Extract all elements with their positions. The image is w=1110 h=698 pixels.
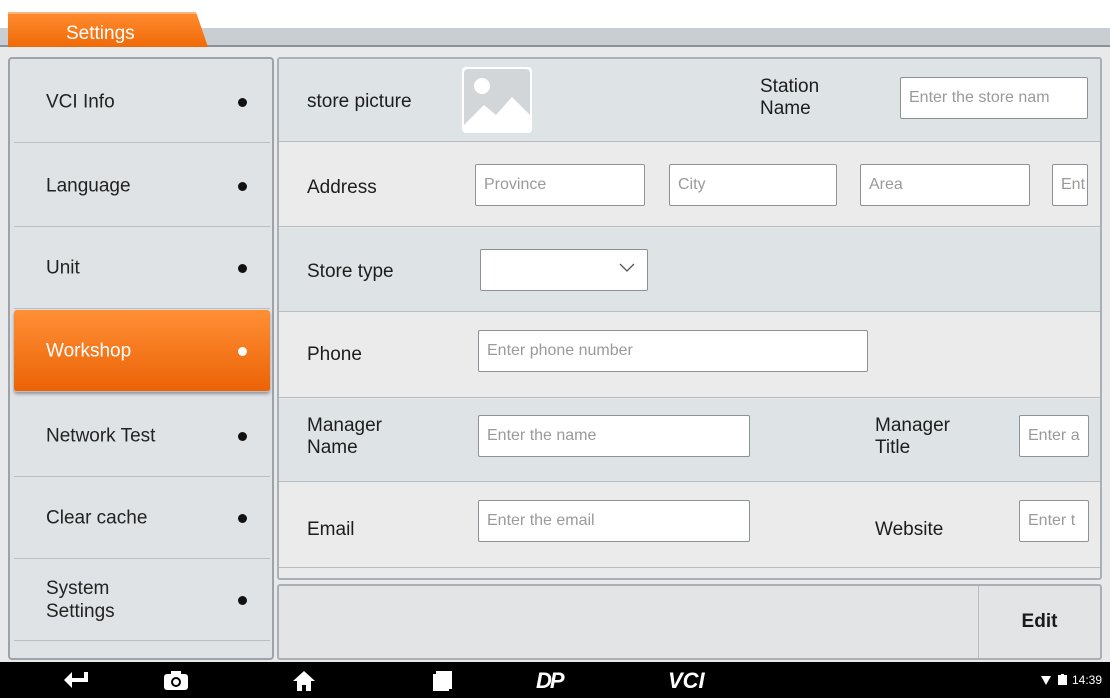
sidebar-item-vci-info[interactable]: VCI Info [14,61,270,143]
bullet-icon [238,263,247,273]
store-type-select[interactable] [480,249,648,291]
bullet-icon [238,595,247,605]
battery-icon [1057,674,1067,685]
sidebar-item-unit[interactable]: Unit [14,227,270,309]
status-area: 14:39 [1041,673,1102,687]
recent-apps-icon[interactable] [432,670,454,698]
row-manager: Manager Name Enter the name Manager Titl… [279,399,1100,482]
image-placeholder-icon[interactable] [462,67,532,133]
address-label: Address [307,177,377,198]
address-detail-field[interactable]: Ent [1052,164,1088,206]
workshop-form: store picture Station Name Enter the sto… [277,57,1102,580]
phone-field[interactable]: Enter phone number [478,330,868,372]
vci-icon[interactable]: VCI [668,668,728,696]
sidebar-item-workshop[interactable]: Workshop [14,310,270,392]
sidebar-item-label: Workshop [46,340,132,361]
sidebar-item-label: Unit [46,257,80,278]
sidebar-item-system-settings[interactable]: System Settings [14,559,270,641]
vci-text: VCI [668,668,705,693]
row-phone: Phone Enter phone number [279,313,1100,398]
bullet-icon [238,97,247,107]
row-address: Address Province City Area Ent [279,143,1100,227]
system-nav-bar: DP VCI 14:39 [0,662,1110,698]
wifi-icon [1041,676,1052,685]
clock: 14:39 [1071,673,1102,687]
sidebar-item-network-test[interactable]: Network Test [14,395,270,477]
camera-icon[interactable] [163,669,189,697]
store-picture-label: store picture [307,91,412,112]
dp-logo-icon[interactable]: DP [536,668,596,696]
back-icon[interactable] [62,670,90,698]
sidebar-item-language[interactable]: Language [14,145,270,227]
bullet-icon [238,431,247,441]
phone-label: Phone [307,344,362,365]
row-email: Email Enter the email Website Enter t [279,483,1100,568]
station-name-label: Station Name [760,76,820,119]
manager-title-field[interactable]: Enter a [1019,415,1089,457]
sidebar-item-label: VCI Info [46,91,115,112]
station-name-field[interactable]: Enter the store nam [900,77,1088,119]
city-field[interactable]: City [669,164,837,206]
row-store-type: Store type [279,228,1100,312]
sidebar-item-label: System Settings [46,577,115,622]
action-bar: Edit [277,584,1102,660]
store-type-label: Store type [307,261,394,282]
sidebar: VCI Info Language Unit Workshop Network … [8,57,274,660]
bullet-icon [238,346,247,356]
manager-name-field[interactable]: Enter the name [478,415,750,457]
dp-logo-text: DP [536,668,565,693]
sidebar-item-label: Network Test [46,425,156,446]
tab-settings-label: Settings [66,23,135,44]
top-header: Settings [0,0,1110,47]
manager-title-label: Manager Title [875,415,950,458]
area-field[interactable]: Area [860,164,1030,206]
chevron-down-icon [619,263,635,272]
website-label: Website [875,519,944,540]
edit-button[interactable]: Edit [979,586,1100,658]
province-field[interactable]: Province [475,164,645,206]
edit-button-label: Edit [1021,611,1058,632]
bullet-icon [238,181,247,191]
tab-settings[interactable]: Settings [8,12,208,47]
bullet-icon [238,513,247,523]
row-store-picture: store picture Station Name Enter the sto… [279,59,1100,142]
email-field[interactable]: Enter the email [478,500,750,542]
sidebar-item-clear-cache[interactable]: Clear cache [14,477,270,559]
sidebar-item-label: Language [46,175,131,196]
manager-name-label: Manager Name [307,415,382,458]
home-icon[interactable] [292,670,316,698]
email-label: Email [307,519,355,540]
sidebar-item-label: Clear cache [46,507,148,528]
website-field[interactable]: Enter t [1019,500,1089,542]
